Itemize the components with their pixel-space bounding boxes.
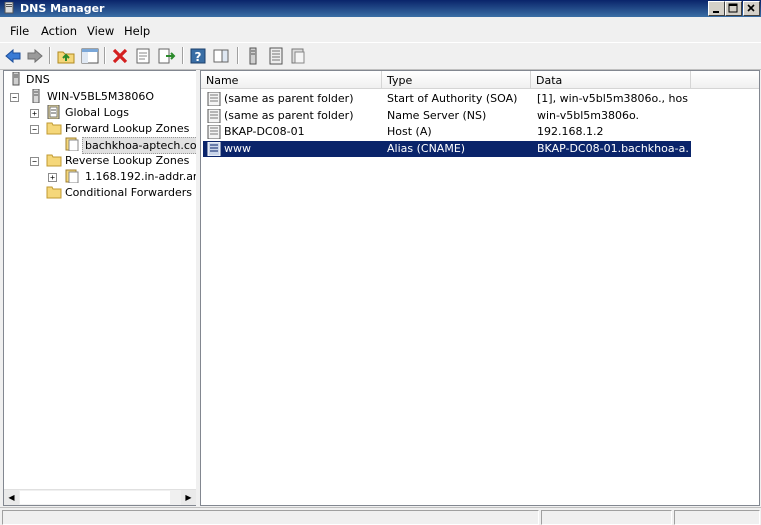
cell-name: BKAP-DC08-01 xyxy=(224,125,305,138)
folder-icon xyxy=(46,154,62,167)
tree-horizontal-scrollbar[interactable]: ◀ ▶ xyxy=(4,489,197,505)
menu-file[interactable]: File xyxy=(10,24,29,38)
show-hide-tree-icon[interactable] xyxy=(80,46,100,66)
tree-label: DNS xyxy=(26,73,50,86)
cell-name: www xyxy=(224,142,251,155)
delete-icon[interactable] xyxy=(110,46,130,66)
table-row[interactable]: (same as parent folder) Name Server (NS)… xyxy=(203,108,691,124)
status-panel xyxy=(674,510,760,525)
column-header-type[interactable]: Type xyxy=(382,71,531,89)
server-icon[interactable] xyxy=(243,46,263,66)
back-arrow-icon[interactable] xyxy=(3,46,23,66)
toolbar: ? xyxy=(0,42,761,70)
toolbar-separator xyxy=(49,47,51,64)
zone-icon xyxy=(65,169,79,183)
collapse-toggle[interactable]: − xyxy=(30,157,39,166)
zone-icon[interactable] xyxy=(288,46,308,66)
status-panel xyxy=(2,510,539,525)
minimize-icon xyxy=(713,11,719,13)
column-label: Data xyxy=(536,74,563,87)
pane-splitter[interactable] xyxy=(196,70,199,506)
toolbar-separator xyxy=(237,47,239,64)
tree-label: Global Logs xyxy=(65,106,129,119)
column-header-name[interactable]: Name xyxy=(201,71,382,89)
log-icon xyxy=(47,105,60,119)
scroll-track[interactable] xyxy=(20,491,170,504)
console-tree: DNS − WIN-V5BL5M3806O + Global Logs − Fo… xyxy=(3,70,198,506)
forward-arrow-icon[interactable] xyxy=(25,46,45,66)
cell-name: (same as parent folder) xyxy=(224,92,354,105)
tree-label: 1.168.192.in-addr.arpa xyxy=(85,170,197,183)
record-list: Name Type Data (same as parent folder) S… xyxy=(200,70,760,506)
scroll-right-icon[interactable]: ▶ xyxy=(181,490,196,505)
record-icon xyxy=(207,125,221,139)
table-row[interactable]: BKAP-DC08-01 Host (A) 192.168.1.2 xyxy=(203,124,691,140)
record-icon xyxy=(207,92,221,106)
help-icon[interactable]: ? xyxy=(188,46,208,66)
close-button[interactable] xyxy=(743,1,760,16)
column-header-filler xyxy=(691,71,759,89)
cell-type: Host (A) xyxy=(387,125,432,138)
cell-data: win-v5bl5m3806o. xyxy=(537,109,639,122)
expand-toggle[interactable]: + xyxy=(48,173,57,182)
toolbar-separator xyxy=(104,47,106,64)
column-header-data[interactable]: Data xyxy=(531,71,691,89)
menu-view[interactable]: View xyxy=(87,24,114,38)
maximize-icon xyxy=(728,3,738,13)
dns-app-icon xyxy=(4,2,14,14)
cell-data: 192.168.1.2 xyxy=(537,125,604,138)
menu-help[interactable]: Help xyxy=(124,24,150,38)
tree-label: Reverse Lookup Zones xyxy=(65,154,190,167)
expand-toggle[interactable]: + xyxy=(30,109,39,118)
collapse-toggle[interactable]: − xyxy=(10,93,19,102)
toolbar-separator xyxy=(182,47,184,64)
server-icon xyxy=(32,89,40,103)
column-label: Name xyxy=(206,74,239,87)
cell-data: [1], win-v5bl5m3806o., hos... xyxy=(537,92,689,105)
collapse-toggle[interactable]: − xyxy=(30,125,39,134)
tree-label: bachkhoa-aptech.com xyxy=(82,137,197,154)
up-folder-icon[interactable] xyxy=(56,46,76,66)
maximize-button[interactable] xyxy=(725,1,742,16)
close-icon xyxy=(747,4,755,12)
export-list-icon[interactable] xyxy=(156,46,176,66)
tree-label: WIN-V5BL5M3806O xyxy=(47,90,155,103)
record-list-icon[interactable] xyxy=(266,46,286,66)
tree-label: Conditional Forwarders xyxy=(65,186,193,199)
tree-label: Forward Lookup Zones xyxy=(65,122,190,135)
action-pane-icon[interactable] xyxy=(211,46,231,66)
table-row-selected[interactable]: www Alias (CNAME) BKAP-DC08-01.bachkhoa-… xyxy=(203,141,691,157)
properties-icon[interactable] xyxy=(133,46,153,66)
status-panel xyxy=(541,510,672,525)
cell-type: Name Server (NS) xyxy=(387,109,487,122)
folder-icon xyxy=(46,186,62,199)
record-icon xyxy=(207,109,221,123)
menu-bar: File Action View Help xyxy=(0,20,761,40)
cell-data: BKAP-DC08-01.bachkhoa-a... xyxy=(537,142,689,155)
cell-type: Alias (CNAME) xyxy=(387,142,466,155)
scroll-left-icon[interactable]: ◀ xyxy=(4,490,19,505)
table-row[interactable]: (same as parent folder) Start of Authori… xyxy=(203,91,691,107)
record-icon xyxy=(207,142,221,156)
zone-icon xyxy=(65,137,79,151)
status-bar xyxy=(0,507,761,525)
dns-icon xyxy=(12,72,20,86)
column-label: Type xyxy=(387,74,413,87)
title-bar: DNS Manager xyxy=(0,0,761,17)
window-title: DNS Manager xyxy=(20,2,105,15)
minimize-button[interactable] xyxy=(708,1,725,16)
cell-type: Start of Authority (SOA) xyxy=(387,92,518,105)
svg-text:?: ? xyxy=(195,50,202,64)
cell-name: (same as parent folder) xyxy=(224,109,354,122)
menu-action[interactable]: Action xyxy=(41,24,77,38)
folder-icon xyxy=(46,122,62,135)
